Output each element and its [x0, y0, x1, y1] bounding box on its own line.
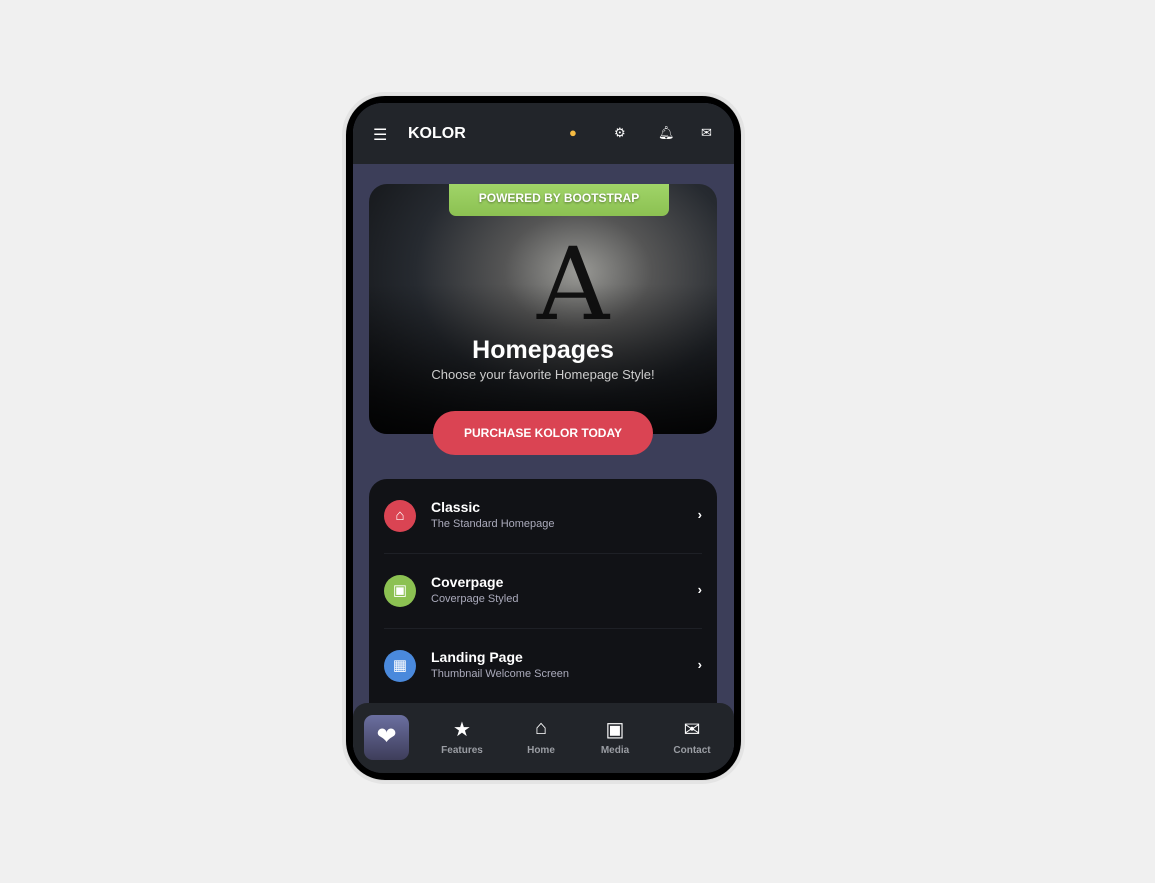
nav-features[interactable]: ★ Features [427, 717, 497, 756]
brand-title[interactable]: KOLOR [408, 125, 466, 143]
nav-media[interactable]: ▣ Media [580, 717, 650, 756]
bell-icon[interactable]: 🔔︎ [658, 125, 675, 141]
chevron-right-icon: › [697, 507, 702, 522]
phone-frame: ☰ KOLOR ● ⚙ 🔔︎ ✉ A POWERED BY BOOTSTRAP … [345, 95, 742, 781]
lightbulb-icon[interactable]: ● [569, 125, 577, 140]
list-item-coverpage[interactable]: ▣ Coverpage Coverpage Styled › [384, 554, 702, 629]
image-icon: ▣ [384, 575, 416, 607]
nav-contact[interactable]: ✉ Contact [657, 717, 727, 756]
purchase-button[interactable]: PURCHASE KOLOR TODAY [433, 411, 653, 455]
list-item-classic[interactable]: ⌂ Classic The Standard Homepage › [384, 479, 702, 554]
grid-icon: ▦ [384, 650, 416, 682]
powered-badge: POWERED BY BOOTSTRAP [449, 184, 669, 216]
envelope-icon[interactable]: ✉ [701, 125, 712, 141]
list-item-landing-page[interactable]: ▦ Landing Page Thumbnail Welcome Screen … [384, 629, 702, 704]
gear-icon[interactable]: ⚙ [614, 125, 626, 141]
heart-icon[interactable]: ❤︎ [364, 715, 409, 760]
chevron-right-icon: › [697, 582, 702, 597]
image-icon: ▣ [605, 719, 625, 741]
menu-icon[interactable]: ☰ [373, 125, 387, 145]
hero-card: A POWERED BY BOOTSTRAP Homepages Choose … [369, 184, 717, 434]
home-icon: ⌂ [384, 500, 416, 532]
home-icon: ⌂ [534, 717, 548, 739]
screen: ☰ KOLOR ● ⚙ 🔔︎ ✉ A POWERED BY BOOTSTRAP … [353, 103, 734, 773]
bottom-nav: ❤︎ ★ Features ⌂ Home ▣ Media ✉ Contact [353, 703, 734, 773]
header: ☰ KOLOR ● ⚙ 🔔︎ ✉ [353, 103, 734, 164]
star-icon: ★ [453, 719, 471, 741]
envelope-icon: ✉ [683, 719, 701, 741]
chevron-right-icon: › [697, 657, 702, 672]
nav-home[interactable]: ⌂ Home [506, 717, 576, 756]
hero-title: Homepages [472, 336, 614, 364]
hero-subtitle: Choose your favorite Homepage Style! [431, 367, 655, 382]
